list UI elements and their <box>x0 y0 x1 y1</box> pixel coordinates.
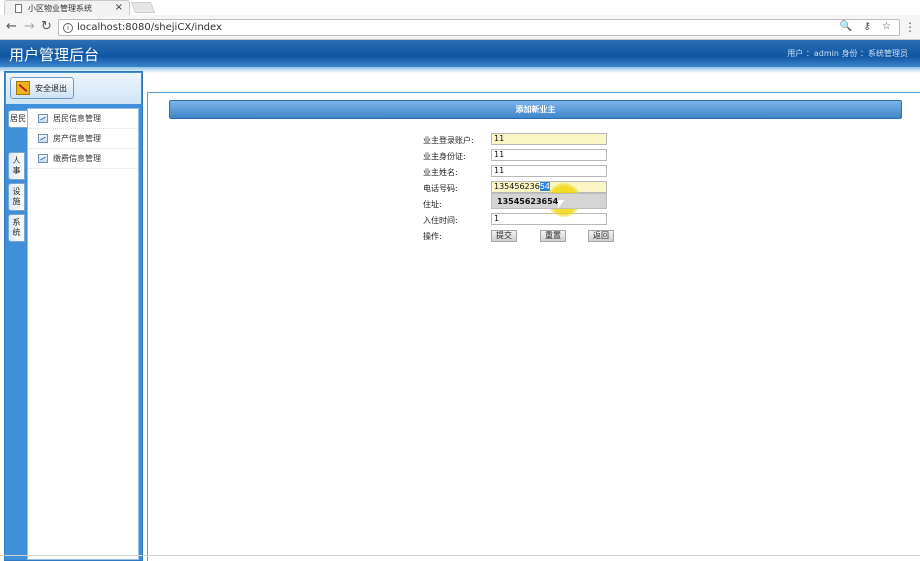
form-row-actions: 操作: 提交 重置 返回 <box>423 229 623 245</box>
tab-personnel[interactable]: 人事 <box>8 152 25 180</box>
form-row-account: 业主登录账户: 11 <box>423 133 623 149</box>
omnibox-action-icons[interactable]: 🔍 ⚷ ☆ <box>840 21 895 32</box>
bottom-divider <box>0 555 920 556</box>
tab-title: 小区物业管理系统 <box>28 3 92 13</box>
browser-menu-icon[interactable]: ⋮ <box>904 21 916 33</box>
vertical-tabs: 居民 人事 设施 系统 <box>8 110 28 245</box>
sidebar-item-property-info[interactable]: 房产信息管理 <box>28 129 138 149</box>
reload-icon[interactable]: ↻ <box>41 20 52 34</box>
field-label: 业主登录账户: <box>423 136 474 145</box>
back-icon[interactable]: ← <box>6 20 17 34</box>
form-title: 添加新业主 <box>515 105 556 114</box>
field-label: 业主身份证: <box>423 152 466 161</box>
add-owner-form: 业主登录账户: 11 业主身份证: 11 业主姓名: 11 电话号码: 1354… <box>423 133 623 245</box>
tab-facilities[interactable]: 设施 <box>8 183 25 211</box>
sidebar-item-label: 居民信息管理 <box>53 114 101 123</box>
browser-tabstrip: 小区物业管理系统 × <box>0 0 920 15</box>
edit-icon <box>38 154 48 163</box>
id-card-input[interactable]: 11 <box>491 149 607 161</box>
move-in-date-input[interactable]: 1 <box>491 213 607 225</box>
sidebar: 安全退出 居民 人事 设施 系统 居民信息管理 房产信息管理 缴费信息管理 <box>4 71 143 561</box>
phone-text: 135456236 <box>494 182 540 191</box>
back-button[interactable]: 返回 <box>588 230 614 242</box>
name-input[interactable]: 11 <box>491 165 607 177</box>
form-row-move-in: 入住时间: 1 <box>423 213 623 229</box>
sidebar-item-payment-info[interactable]: 缴费信息管理 <box>28 149 138 169</box>
main-content: 添加新业主 业主登录账户: 11 业主身份证: 11 业主姓名: 11 电话号码… <box>147 92 920 561</box>
tab-system[interactable]: 系统 <box>8 214 25 242</box>
autocomplete-suggestion[interactable]: 13545623654 <box>491 193 607 209</box>
account-input[interactable]: 11 <box>491 133 607 145</box>
mouse-cursor-icon <box>557 199 565 210</box>
tab-close-icon[interactable]: × <box>115 2 123 13</box>
logout-area: 安全退出 <box>6 73 141 104</box>
url-text: localhost:8080/shejiCX/index <box>77 22 222 33</box>
edit-icon <box>38 114 48 123</box>
menu-panel: 居民信息管理 房产信息管理 缴费信息管理 <box>27 108 139 560</box>
tab-residents[interactable]: 居民 <box>8 110 28 128</box>
reset-button[interactable]: 重置 <box>540 230 566 242</box>
address-bar[interactable]: i localhost:8080/shejiCX/index 🔍 ⚷ ☆ <box>58 19 900 36</box>
actions-label: 操作: <box>423 232 442 241</box>
sidebar-item-label: 缴费信息管理 <box>53 154 101 163</box>
app-header: 用户管理后台 用户 ：admin 身份 ：系统管理员 <box>0 40 920 67</box>
logout-label: 安全退出 <box>35 83 67 93</box>
page-title: 用户管理后台 <box>9 46 100 64</box>
new-tab-button[interactable] <box>130 2 156 13</box>
exit-icon <box>16 81 30 95</box>
field-label: 入住时间: <box>423 216 458 225</box>
forward-icon[interactable]: → <box>24 20 35 34</box>
form-header: 添加新业主 <box>169 100 902 119</box>
logout-button[interactable]: 安全退出 <box>10 77 74 99</box>
document-icon <box>15 3 22 13</box>
phone-selected-text: 54 <box>539 182 550 191</box>
field-label: 业主姓名: <box>423 168 458 177</box>
sidebar-item-resident-info[interactable]: 居民信息管理 <box>28 109 138 129</box>
sidebar-item-label: 房产信息管理 <box>53 134 101 143</box>
field-label: 电话号码: <box>423 184 458 193</box>
form-row-name: 业主姓名: 11 <box>423 165 623 181</box>
browser-tab[interactable]: 小区物业管理系统 × <box>4 0 130 15</box>
edit-icon <box>38 134 48 143</box>
user-info: 用户 ：admin 身份 ：系统管理员 <box>787 49 908 58</box>
field-label: 住址: <box>423 200 442 209</box>
submit-button[interactable]: 提交 <box>491 230 517 242</box>
browser-toolbar: ← → ↻ i localhost:8080/shejiCX/index 🔍 ⚷… <box>0 15 920 40</box>
info-icon[interactable]: i <box>63 22 73 33</box>
form-row-id-card: 业主身份证: 11 <box>423 149 623 165</box>
